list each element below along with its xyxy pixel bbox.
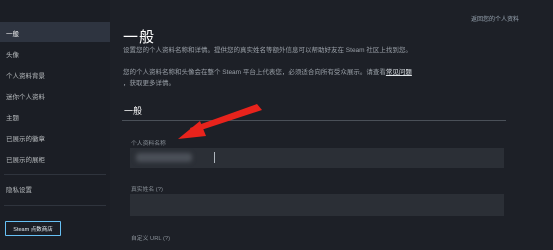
blurred-profile-name <box>136 153 192 162</box>
sidebar-item-showcases[interactable]: 已展示的展柜 <box>6 154 45 164</box>
sidebar-item-mini-profile[interactable]: 迷你个人资料 <box>6 91 45 101</box>
sidebar-item-theme[interactable]: 主题 <box>6 112 19 122</box>
sidebar: 一般 头像 个人资料背景 迷你个人资料 主题 已展示的徽章 已展示的展柜 隐私设… <box>0 0 110 250</box>
custom-url-label: 自定义 URL (?) <box>131 236 171 242</box>
profile-name-input[interactable] <box>130 148 504 168</box>
sidebar-item-featured-badge[interactable]: 已展示的徽章 <box>6 133 45 143</box>
section-title: 一般 <box>124 106 143 116</box>
text-cursor-icon <box>214 152 215 163</box>
real-name-label: 真实姓名 (?) <box>131 187 163 193</box>
sidebar-item-profile-background[interactable]: 个人资料背景 <box>6 70 45 80</box>
visibility-notice-cont: ，获取更多详情。 <box>123 80 175 87</box>
visibility-notice-text: 您的个人资料名称和头像会在整个 Steam 平台上代表您，必须适合向所有受众展示… <box>123 69 386 76</box>
faq-link[interactable]: 常见问题 <box>386 69 412 76</box>
real-name-input[interactable] <box>130 194 504 216</box>
points-shop-button[interactable]: Steam 点数商店 <box>5 221 61 236</box>
back-to-profile-link[interactable]: 返回您的个人资料 <box>471 14 519 23</box>
sidebar-divider <box>4 174 106 175</box>
sidebar-item-privacy[interactable]: 隐私设置 <box>6 184 32 194</box>
sidebar-item-avatar[interactable]: 头像 <box>6 49 19 59</box>
section-divider <box>122 120 506 121</box>
profile-name-label: 个人资料名称 <box>131 141 166 147</box>
visibility-notice: 您的个人资料名称和头像会在整个 Steam 平台上代表您，必须适合向所有受众展示… <box>123 66 412 76</box>
sidebar-item-general[interactable]: 一般 <box>6 28 19 38</box>
sidebar-divider <box>4 205 106 206</box>
intro-text: 设置您的个人资料名称和详情。提供您的真实姓名等额外信息可以帮助好友在 Steam… <box>123 47 412 54</box>
